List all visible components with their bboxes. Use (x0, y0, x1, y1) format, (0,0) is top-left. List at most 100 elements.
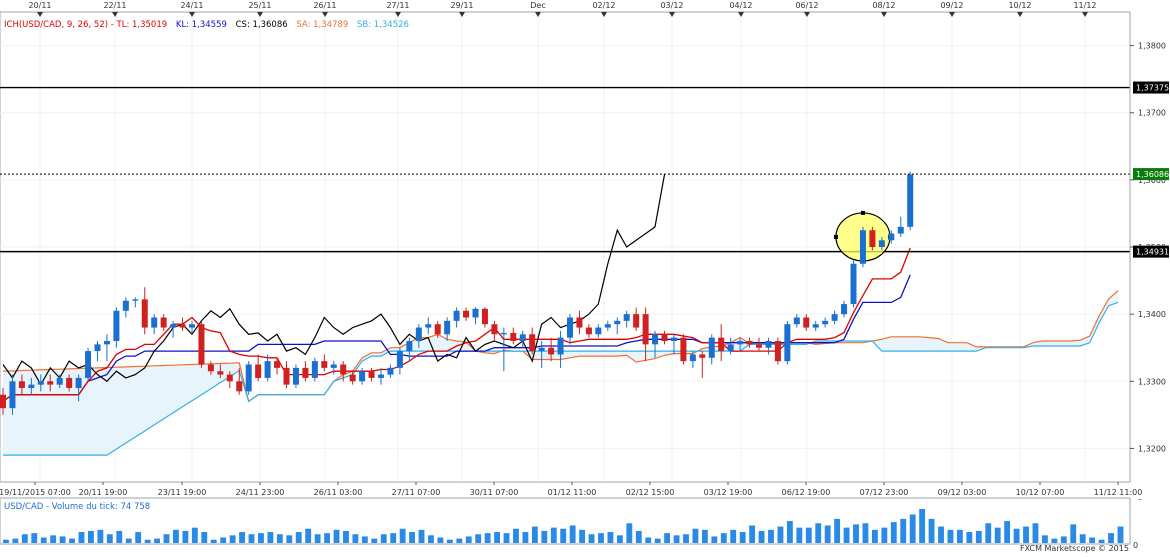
candle-body[interactable] (283, 367, 290, 385)
candle-body[interactable] (850, 263, 857, 305)
candle-body[interactable] (311, 361, 318, 378)
candle-body[interactable] (746, 341, 753, 345)
candle-body[interactable] (396, 351, 403, 368)
candle-body[interactable] (803, 317, 810, 328)
candle-body[interactable] (170, 324, 177, 328)
candle-body[interactable] (368, 371, 375, 378)
candle-body[interactable] (595, 327, 602, 335)
candle-body[interactable] (28, 384, 35, 388)
candle-body[interactable] (47, 381, 54, 385)
candle-body[interactable] (189, 324, 195, 328)
candle-body[interactable] (548, 347, 555, 355)
candle-body[interactable] (576, 317, 583, 328)
candle-body[interactable] (793, 317, 800, 325)
candle-body[interactable] (66, 377, 73, 388)
candle-body[interactable] (321, 361, 328, 368)
candle-body[interactable] (463, 310, 470, 318)
candle-body[interactable] (519, 334, 526, 341)
candle-body[interactable] (878, 240, 885, 247)
candle-body[interactable] (141, 299, 148, 328)
candle-body[interactable] (75, 377, 82, 388)
candle-body[interactable] (378, 374, 384, 378)
candle-body[interactable] (567, 317, 573, 338)
candle-body[interactable] (274, 361, 281, 368)
candle-body[interactable] (557, 337, 564, 355)
candle-body[interactable] (585, 327, 592, 335)
candle-body[interactable] (217, 371, 224, 375)
candle-body[interactable] (406, 341, 413, 352)
candle-body[interactable] (774, 341, 781, 362)
candle-body[interactable] (812, 324, 819, 328)
candle-body[interactable] (633, 314, 640, 328)
candle-body[interactable] (292, 367, 299, 385)
candle-body[interactable] (151, 317, 158, 328)
candle-body[interactable] (434, 324, 441, 335)
candle-body[interactable] (529, 334, 536, 352)
candle-body[interactable] (340, 364, 347, 375)
candlestick-chart[interactable]: 1,32001,33001,34001,35001,36001,37001,38… (0, 0, 1170, 553)
candle-body[interactable] (642, 314, 649, 345)
candle-body[interactable] (56, 377, 63, 385)
candle-body[interactable] (453, 310, 460, 321)
candle-body[interactable] (689, 354, 696, 362)
candle-body[interactable] (491, 324, 498, 335)
candle-body[interactable] (510, 332, 517, 341)
candle-body[interactable] (236, 381, 243, 392)
candle-body[interactable] (614, 320, 621, 325)
candle-body[interactable] (822, 320, 829, 325)
candle-body[interactable] (727, 344, 734, 352)
candle-body[interactable] (302, 367, 309, 378)
candle-body[interactable] (888, 233, 895, 241)
candle-body[interactable] (179, 324, 186, 328)
candle-body[interactable] (94, 344, 101, 352)
candle-body[interactable] (500, 332, 507, 335)
candle-body[interactable] (869, 230, 876, 247)
candle-body[interactable] (255, 364, 262, 378)
candle-body[interactable] (897, 226, 904, 234)
candle-body[interactable] (444, 320, 451, 335)
candle-body[interactable] (9, 381, 16, 409)
candle-body[interactable] (18, 381, 25, 388)
candle-body[interactable] (708, 337, 715, 358)
candle-body[interactable] (472, 308, 479, 318)
candle-body[interactable] (907, 174, 914, 227)
candle-body[interactable] (122, 300, 129, 311)
candle-body[interactable] (245, 364, 252, 392)
candle-body[interactable] (226, 374, 233, 382)
ellipse-handle[interactable] (833, 234, 838, 239)
candle-body[interactable] (264, 361, 271, 378)
candle-body[interactable] (387, 367, 394, 375)
candle-body[interactable] (538, 347, 545, 352)
candle-body[interactable] (415, 327, 422, 341)
candle-body[interactable] (859, 230, 866, 264)
candle-body[interactable] (652, 334, 659, 345)
ellipse-handle[interactable] (860, 210, 865, 215)
candle-body[interactable] (37, 381, 44, 385)
candle-body[interactable] (132, 299, 139, 301)
candle-body[interactable] (103, 341, 110, 345)
candle-body[interactable] (113, 310, 120, 341)
candle-body[interactable] (349, 374, 356, 382)
candle-body[interactable] (425, 324, 432, 328)
candle-body[interactable] (481, 308, 488, 325)
candle-body[interactable] (756, 344, 762, 348)
candle-body[interactable] (198, 324, 205, 365)
candle-body[interactable] (670, 337, 677, 341)
candle-body[interactable] (699, 354, 706, 358)
candle-body[interactable] (784, 324, 791, 362)
candle-body[interactable] (841, 304, 848, 315)
candle-body[interactable] (0, 394, 6, 409)
candle-body[interactable] (623, 314, 630, 321)
candle-body[interactable] (330, 364, 337, 368)
candle-body[interactable] (85, 351, 92, 378)
candle-body[interactable] (718, 337, 725, 352)
candle-body[interactable] (680, 337, 687, 362)
candle-body[interactable] (604, 324, 611, 328)
candle-body[interactable] (661, 334, 668, 341)
candle-body[interactable] (737, 341, 744, 345)
candle-body[interactable] (765, 341, 772, 348)
candle-body[interactable] (359, 371, 366, 382)
candle-body[interactable] (207, 364, 214, 372)
candle-body[interactable] (160, 317, 167, 328)
candle-body[interactable] (831, 314, 838, 321)
